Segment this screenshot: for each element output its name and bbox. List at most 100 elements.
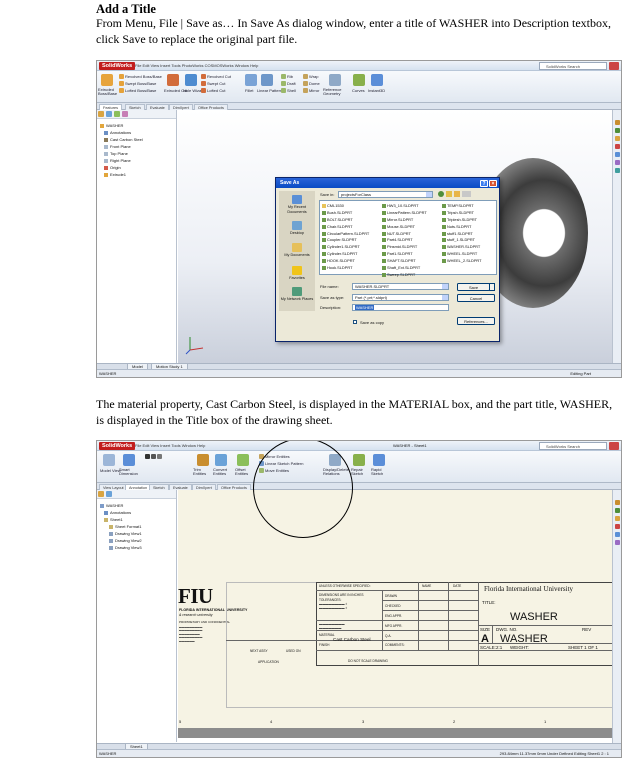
- new-folder-icon[interactable]: [454, 191, 460, 197]
- drawing-area[interactable]: FIU FLORIDA INTERNATIONAL UNIVERSITY & r…: [178, 441, 613, 738]
- fillet-button[interactable]: Fillet: [245, 88, 253, 93]
- tree-node-part[interactable]: WASHER: [100, 123, 123, 128]
- design-library-icon[interactable]: [614, 508, 620, 513]
- swept-boss-button[interactable]: Swept Boss/Base: [119, 81, 156, 87]
- appearances-icon[interactable]: [614, 540, 620, 545]
- swept-cut-button[interactable]: Swept Cut: [201, 81, 225, 87]
- save-options-chevron-icon[interactable]: [489, 283, 495, 291]
- rapid-sketch-button[interactable]: Rapid Sketch: [371, 468, 389, 476]
- file-item[interactable]: NUT.SLDPRT: [382, 231, 427, 238]
- trim-entities-icon[interactable]: [197, 454, 209, 466]
- file-item[interactable]: TEMP.SLDPRT: [442, 203, 482, 210]
- tree-node-annotations[interactable]: Annotations: [104, 510, 131, 515]
- view-palette-icon[interactable]: [614, 532, 620, 537]
- place-network[interactable]: My Network Places: [279, 287, 315, 302]
- search-results-icon[interactable]: [614, 144, 620, 149]
- file-item[interactable]: Shaft_Ext.SLDPRT: [382, 265, 427, 272]
- window-close-icon[interactable]: [609, 442, 619, 450]
- references-button[interactable]: References...: [457, 317, 495, 325]
- revolved-cut-button[interactable]: Revolved Cut: [201, 74, 231, 80]
- description-input[interactable]: WASHER: [352, 304, 449, 311]
- tree-node-extrude1[interactable]: Extrude1: [104, 172, 126, 177]
- tree-node-sheet-format[interactable]: Sheet Format1: [109, 524, 141, 529]
- file-item[interactable]: SHAFT.SLDPRT: [382, 258, 427, 265]
- file-item[interactable]: stuff1.SLDPRT: [442, 231, 482, 238]
- file-item[interactable]: Mouse.SLDPRT: [382, 224, 427, 231]
- shell-button[interactable]: Shell: [281, 88, 296, 94]
- resources-icon[interactable]: [614, 500, 620, 505]
- extrude-boss-icon[interactable]: [101, 74, 113, 86]
- save-button[interactable]: Save: [457, 283, 490, 291]
- fillet-icon[interactable]: [245, 74, 257, 86]
- circle-icon[interactable]: [157, 454, 162, 460]
- resources-icon[interactable]: [614, 120, 620, 125]
- file-item[interactable]: Sweep.SLDPRT: [382, 272, 427, 279]
- file-item[interactable]: Mirror.SLDPRT: [382, 217, 427, 224]
- custom-properties-icon[interactable]: [614, 168, 620, 173]
- rib-button[interactable]: Rib: [281, 74, 293, 80]
- save-type-select[interactable]: Part (*.prt;*.sldprt): [352, 294, 449, 301]
- file-item[interactable]: Cylinder.SLDPRT: [322, 251, 369, 258]
- file-item[interactable]: WHEEL_2.SLDPRT: [442, 258, 482, 265]
- dimxpert-manager-icon[interactable]: [122, 111, 128, 117]
- dome-button[interactable]: Dome: [303, 81, 320, 87]
- lofted-boss-button[interactable]: Lofted Boss/Base: [119, 88, 156, 94]
- file-item[interactable]: WASHER.SLDPRT: [442, 244, 482, 251]
- file-item[interactable]: stuff_1.SLDPRT: [442, 237, 482, 244]
- file-item[interactable]: Bush.SLDPRT: [322, 210, 369, 217]
- smart-dimension-icon[interactable]: [123, 454, 135, 466]
- appearances-icon[interactable]: [614, 160, 620, 165]
- save-in-select[interactable]: projectsForClass: [338, 191, 433, 198]
- place-recent-documents[interactable]: My Recent Documents: [279, 195, 315, 214]
- linear-pattern-icon[interactable]: [261, 74, 273, 86]
- help-icon[interactable]: ?: [480, 180, 488, 187]
- trim-entities-button[interactable]: Trim Entities: [193, 468, 213, 476]
- save-as-copy-checkbox[interactable]: [353, 320, 357, 324]
- tree-node-right-plane[interactable]: Right Plane: [104, 158, 131, 163]
- file-item[interactable]: Coupler.SLDPRT: [322, 237, 369, 244]
- wrap-button[interactable]: Wrap: [303, 74, 318, 80]
- file-item[interactable]: Chair.SLDPRT: [322, 224, 369, 231]
- tree-node-sheet1[interactable]: Sheet1: [104, 517, 123, 522]
- hole-wizard-icon[interactable]: [185, 74, 197, 86]
- place-favorites[interactable]: Favorites: [279, 266, 315, 281]
- linear-pattern-button[interactable]: Linear Pattern: [257, 88, 282, 93]
- curves-icon[interactable]: [353, 74, 365, 86]
- reference-geometry-button[interactable]: Reference Geometry: [323, 88, 347, 96]
- menu-bar[interactable]: File Edit View Insert Tools PhotoWorks C…: [135, 63, 258, 68]
- property-manager-icon[interactable]: [106, 111, 112, 117]
- tree-node-drawing[interactable]: WASHER: [100, 503, 123, 508]
- instant3d-button[interactable]: Instant3D: [368, 88, 385, 93]
- search-results-icon[interactable]: [614, 524, 620, 529]
- property-manager-icon[interactable]: [106, 491, 112, 497]
- mirror-button[interactable]: Mirror: [303, 88, 319, 94]
- feature-manager-icon[interactable]: [98, 111, 104, 117]
- file-item[interactable]: WHEEL.SLDPRT: [442, 251, 482, 258]
- file-item[interactable]: Tripsh.SLDPRT: [442, 210, 482, 217]
- file-item[interactable]: BOLT.SLDPRT: [322, 217, 369, 224]
- place-desktop[interactable]: Desktop: [279, 221, 315, 236]
- design-library-icon[interactable]: [614, 128, 620, 133]
- close-icon[interactable]: ×: [489, 180, 497, 187]
- views-menu-icon[interactable]: [462, 191, 471, 197]
- convert-entities-icon[interactable]: [215, 454, 227, 466]
- back-icon[interactable]: [438, 191, 444, 197]
- view-palette-icon[interactable]: [614, 152, 620, 157]
- line-icon[interactable]: [145, 454, 150, 460]
- file-item[interactable]: CML1530: [322, 203, 369, 210]
- draft-button[interactable]: Draft: [281, 81, 296, 87]
- file-item[interactable]: Cylinder1.SLDPRT: [322, 244, 369, 251]
- configuration-manager-icon[interactable]: [114, 111, 120, 117]
- smart-dimension-button[interactable]: Smart Dimension: [119, 468, 143, 476]
- repair-sketch-button[interactable]: Repair Sketch: [351, 468, 371, 476]
- up-folder-icon[interactable]: [446, 191, 452, 197]
- file-list[interactable]: CML1530 Bush.SLDPRT BOLT.SLDPRT Chair.SLDPR…: [319, 200, 497, 277]
- window-close-icon[interactable]: [609, 62, 619, 70]
- offset-entities-icon[interactable]: [237, 454, 249, 466]
- tree-node-drawing-view1[interactable]: Drawing View1: [109, 531, 142, 536]
- file-explorer-icon[interactable]: [614, 136, 620, 141]
- tree-node-origin[interactable]: Origin: [104, 165, 121, 170]
- place-my-documents[interactable]: My Documents: [279, 243, 315, 258]
- file-item[interactable]: Hook.SLDPRT: [322, 265, 369, 272]
- file-item[interactable]: HW3_10.SLDPRT: [382, 203, 427, 210]
